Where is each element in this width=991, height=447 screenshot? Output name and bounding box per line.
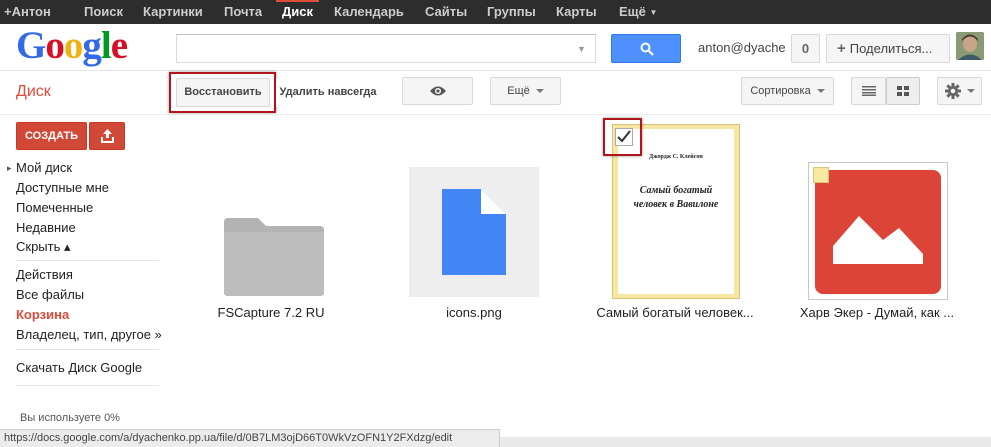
google-logo[interactable]: Google <box>16 24 128 67</box>
search-options-icon[interactable]: ▼ <box>577 44 586 54</box>
selection-checkbox[interactable] <box>615 128 633 146</box>
sidebar-item-starred[interactable]: Помеченные <box>16 200 93 215</box>
avatar-photo <box>956 32 984 60</box>
sidebar-item-all-files[interactable]: Все файлы <box>16 287 84 302</box>
gbar-item-profile[interactable]: +Антон <box>4 4 51 19</box>
sidebar-item-shared[interactable]: Доступные мне <box>16 180 109 195</box>
gear-icon <box>944 83 961 100</box>
create-button[interactable]: СОЗДАТЬ <box>16 122 87 150</box>
sidebar-item-trash[interactable]: Корзина <box>16 307 69 322</box>
chevron-down-icon: ▼ <box>649 8 658 18</box>
sort-button[interactable]: Сортировка <box>741 77 834 105</box>
toolbar-divider <box>0 114 991 115</box>
logo-letter: G <box>16 24 46 67</box>
gbar-item-drive[interactable]: Диск <box>276 0 319 19</box>
share-button[interactable]: + Поделиться... <box>826 34 950 63</box>
sidebar-divider <box>16 349 159 350</box>
book-title-line: человек в Вавилоне <box>633 199 719 210</box>
gbar-item-sites[interactable]: Сайты <box>425 4 467 19</box>
header-divider <box>0 70 991 71</box>
caret-down-icon <box>816 89 825 94</box>
sort-label: Сортировка <box>750 85 811 97</box>
restore-button[interactable]: Восстановить <box>176 78 270 107</box>
caret-down-icon <box>535 89 544 94</box>
file-name[interactable]: FSCapture 7.2 RU <box>216 305 326 320</box>
gbar-more-label: Ещё <box>619 4 646 19</box>
selection-checkbox[interactable] <box>813 167 829 183</box>
gbar-item-mail[interactable]: Почта <box>224 4 262 19</box>
folder-icon <box>224 218 324 296</box>
sidebar-item-activity[interactable]: Действия <box>16 267 73 282</box>
sidebar-item-my-drive[interactable]: Мой диск <box>16 160 72 175</box>
list-view-icon <box>861 86 876 97</box>
search-input[interactable] <box>176 34 596 63</box>
file-tile[interactable] <box>808 162 948 300</box>
file-tile-selected[interactable]: Джордж С. Клейсон Самый богатый человек в… <box>612 124 740 299</box>
gbar-item-groups[interactable]: Группы <box>487 4 536 19</box>
book-title-line: Самый богатый <box>639 185 713 196</box>
status-url: https://docs.google.com/a/dyachenko.pp.u… <box>0 429 500 447</box>
avatar[interactable] <box>956 32 984 60</box>
user-email[interactable]: anton@dyachenko.pp.ua <box>698 40 786 55</box>
logo-letter: o <box>63 24 83 67</box>
book-cover: Джордж С. Клейсон Самый богатый человек в… <box>618 129 734 294</box>
gbar-item-calendar[interactable]: Календарь <box>334 4 404 19</box>
delete-forever-button[interactable]: Удалить навсегда <box>276 78 380 107</box>
logo-letter: o <box>45 24 64 67</box>
storage-usage: Вы используете 0% <box>20 412 120 424</box>
sidebar-item-download-drive[interactable]: Скачать Диск Google <box>16 360 142 375</box>
document-icon <box>442 189 506 275</box>
plus-icon: + <box>837 40 846 57</box>
book-author: Джордж С. Клейсон <box>649 154 703 160</box>
more-button[interactable]: Ещё <box>490 77 561 105</box>
list-view-button[interactable] <box>851 77 886 105</box>
sidebar-divider <box>16 385 159 386</box>
image-icon <box>833 216 923 264</box>
settings-button[interactable] <box>937 77 982 105</box>
gbar-item-images[interactable]: Картинки <box>143 4 203 19</box>
sidebar-item-recent[interactable]: Недавние <box>16 220 76 235</box>
expand-arrow-icon[interactable]: ▸ <box>7 163 12 174</box>
upload-button[interactable] <box>89 122 125 150</box>
sidebar-item-filters[interactable]: Владелец, тип, другое » <box>16 327 162 342</box>
image-thumbnail <box>815 170 941 294</box>
gbar-item-search[interactable]: Поиск <box>84 4 123 19</box>
book-title: Самый богатый человек в Вавилоне <box>618 184 734 212</box>
folder-tile[interactable] <box>220 216 325 296</box>
notification-count[interactable]: 0 <box>791 34 820 63</box>
eye-icon <box>429 86 446 96</box>
grid-view-button[interactable] <box>886 77 920 105</box>
file-name[interactable]: Харв Экер - Думай, как ... <box>792 305 962 320</box>
preview-button[interactable] <box>402 77 473 105</box>
logo-letter: l <box>100 24 112 67</box>
google-bar: +Антон Поиск Картинки Почта Диск Календа… <box>0 0 991 24</box>
file-tile[interactable] <box>409 167 539 297</box>
caret-down-icon <box>966 89 975 94</box>
grid-view-icon <box>897 86 909 97</box>
logo-letter: g <box>82 24 101 67</box>
search-icon <box>640 42 654 56</box>
upload-icon <box>101 129 114 143</box>
logo-letter: e <box>110 24 128 67</box>
search-button[interactable] <box>611 34 681 63</box>
sidebar-item-hide[interactable]: Скрыть ▴ <box>16 239 71 255</box>
gbar-item-more[interactable]: Ещё ▼ <box>619 4 657 19</box>
file-name[interactable]: icons.png <box>424 305 524 320</box>
more-label: Ещё <box>507 85 530 97</box>
file-name[interactable]: Самый богатый человек... <box>590 305 760 320</box>
checkmark-icon <box>617 130 631 143</box>
sidebar-divider <box>16 260 159 261</box>
drive-title[interactable]: Диск <box>16 83 51 101</box>
share-label: Поделиться... <box>849 41 933 56</box>
horizontal-scrollbar[interactable] <box>500 437 991 447</box>
gbar-item-maps[interactable]: Карты <box>556 4 597 19</box>
